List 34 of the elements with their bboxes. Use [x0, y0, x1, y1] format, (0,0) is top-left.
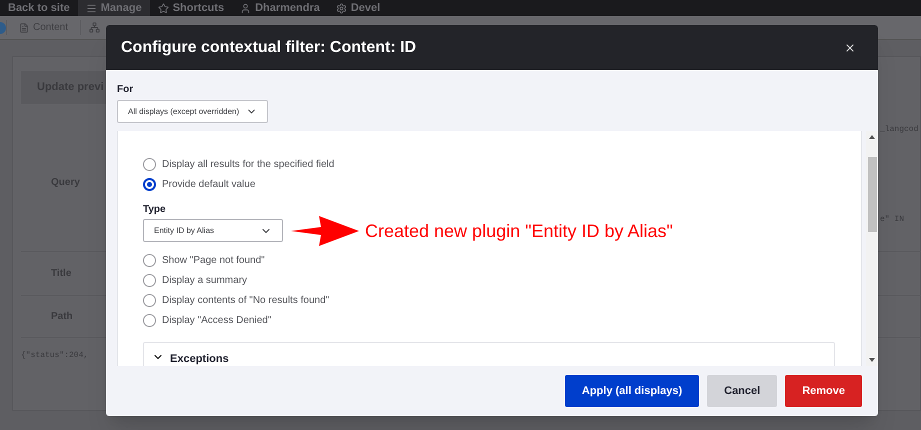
radio-option[interactable]: Display a summary	[143, 270, 861, 290]
toolbar-item-icon	[86, 2, 97, 14]
scrollbar[interactable]	[866, 131, 878, 366]
close-icon	[844, 42, 856, 54]
scrollbar-thumb[interactable]	[868, 157, 876, 232]
scroll-down-icon[interactable]	[869, 358, 875, 362]
dialog-button[interactable]: Cancel	[707, 375, 778, 407]
type-select[interactable]: Entity ID by Alias	[143, 219, 283, 242]
radio-option[interactable]: Provide default value	[143, 174, 861, 194]
arrow-icon	[291, 216, 359, 246]
radio-button[interactable]	[143, 274, 156, 286]
toolbar-item-icon	[158, 2, 169, 14]
toolbar-item-icon	[336, 2, 347, 14]
radio-option[interactable]: Show "Page not found"	[143, 250, 861, 270]
radio-button[interactable]	[143, 314, 156, 326]
radio-option[interactable]: Display "Access Denied"	[143, 310, 861, 330]
radio-option[interactable]: Display all results for the specified field	[143, 154, 861, 174]
dialog-button[interactable]: Remove	[785, 375, 862, 407]
dialog-button[interactable]: Apply (all displays)	[564, 375, 700, 407]
radio-button[interactable]	[143, 254, 156, 266]
radio-option[interactable]: Display contents of "No results found"	[143, 290, 861, 310]
annotation-text: Created new plugin "Entity ID by Alias"	[365, 220, 673, 243]
radio-button[interactable]	[143, 294, 156, 306]
radio-button[interactable]	[143, 158, 156, 170]
close-button[interactable]	[844, 42, 856, 54]
dialog-title: Configure contextual filter: Content: ID	[121, 38, 416, 58]
toolbar-item-icon	[240, 2, 252, 14]
document-icon	[19, 22, 29, 32]
field-label: Type	[143, 203, 167, 217]
field-label: For	[117, 83, 134, 97]
structure-icon	[89, 22, 100, 33]
scroll-up-icon[interactable]	[869, 135, 875, 139]
radio-button[interactable]	[143, 178, 156, 190]
for-select[interactable]: All displays (except overridden)	[117, 100, 268, 123]
